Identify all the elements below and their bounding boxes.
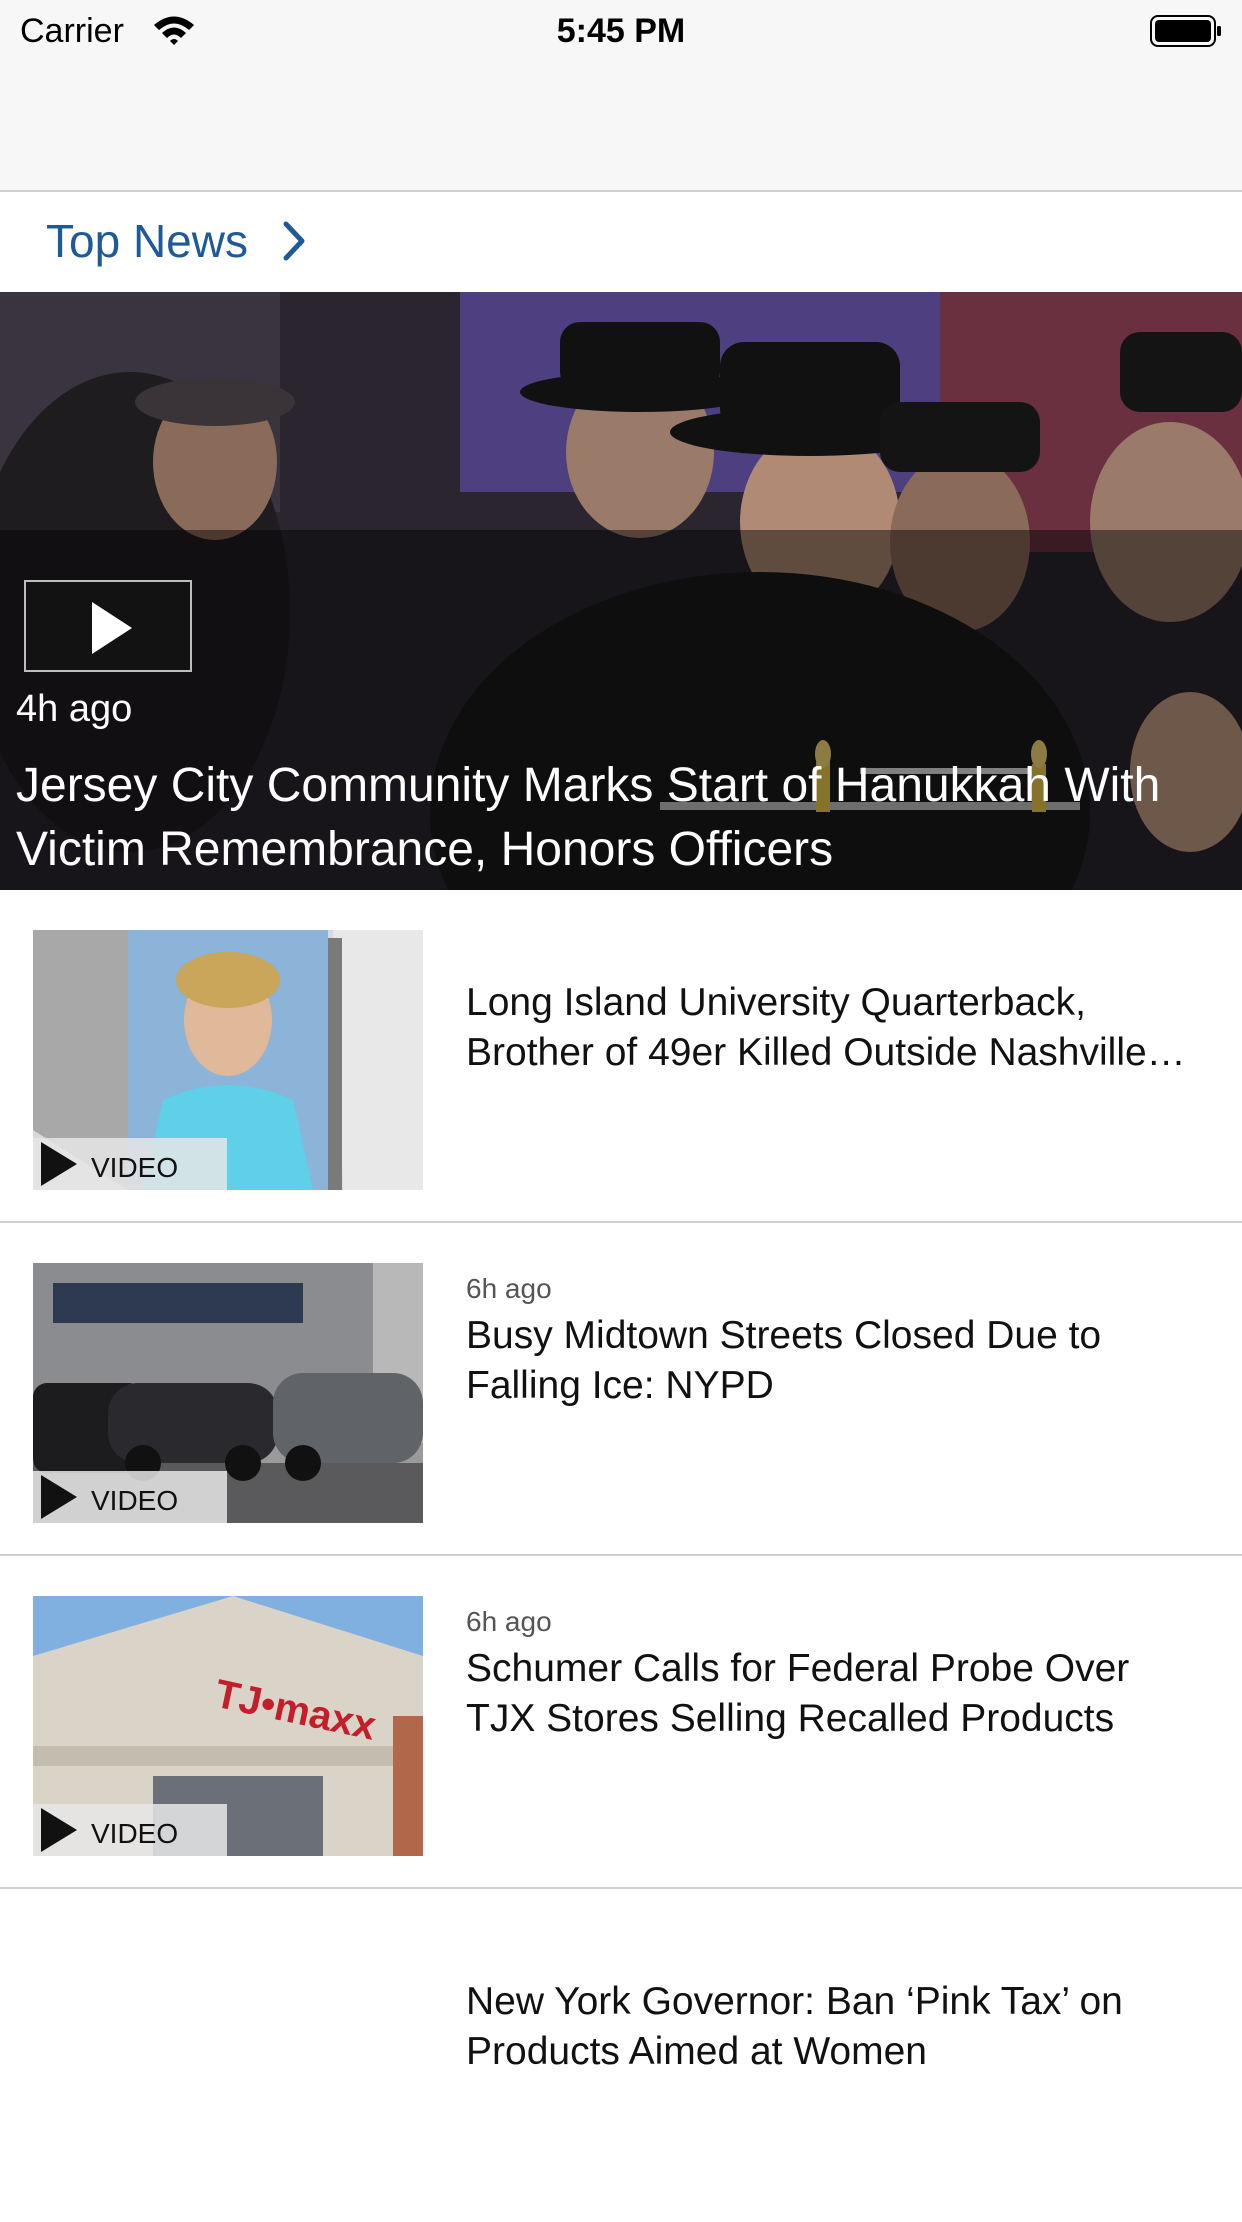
article-timestamp: 6h ago <box>466 1273 552 1304</box>
article-headline[interactable]: Schumer Calls for Federal Probe Over TJX… <box>466 1644 1206 1744</box>
video-badge: VIDEO <box>33 1804 227 1856</box>
article-thumbnail: VIDEO <box>33 1263 423 1523</box>
play-icon <box>41 1475 77 1519</box>
article-headline[interactable]: New York Governor: Ban ‘Pink Tax’ on Pro… <box>466 1977 1206 2077</box>
hero-story[interactable]: 4h ago Jersey City Community Marks Start… <box>0 292 1242 890</box>
status-time: 5:45 PM <box>556 12 686 50</box>
chevron-right-icon[interactable] <box>282 220 306 267</box>
video-label: VIDEO <box>91 1818 179 1849</box>
video-badge: VIDEO <box>33 1471 227 1523</box>
video-label: VIDEO <box>91 1152 179 1183</box>
article-thumbnail: VIDEO <box>33 930 423 1190</box>
article-headline[interactable]: Busy Midtown Streets Closed Due to Falli… <box>466 1311 1206 1411</box>
section-header-top-news[interactable]: Top News <box>0 192 1242 292</box>
play-icon <box>41 1142 77 1186</box>
navigation-bar <box>0 60 1242 192</box>
article-thumbnail: TJ•maxx VIDEO <box>33 1596 423 1856</box>
play-icon <box>92 602 132 654</box>
hero-headline[interactable]: Jersey City Community Marks Start of Han… <box>16 754 1226 882</box>
article-timestamp: 6h ago <box>466 1606 552 1637</box>
video-badge: VIDEO <box>33 1138 227 1190</box>
list-item[interactable]: VIDEO Long Island University Quarterback… <box>0 890 1242 1223</box>
play-icon <box>41 1808 77 1852</box>
article-headline[interactable]: Long Island University Quarterback, Brot… <box>466 978 1206 1078</box>
list-item[interactable]: VIDEO 6h ago Busy Midtown Streets Closed… <box>0 1223 1242 1556</box>
hero-timestamp: 4h ago <box>16 688 133 730</box>
status-bar: Carrier 5:45 PM <box>0 0 1242 60</box>
list-item[interactable]: New York Governor: Ban ‘Pink Tax’ on Pro… <box>0 1889 1242 2222</box>
battery-icon <box>1150 14 1222 53</box>
section-title[interactable]: Top News <box>46 214 248 268</box>
video-label: VIDEO <box>91 1485 179 1516</box>
list-item[interactable]: TJ•maxx VIDEO 6h ago Schumer Calls for F… <box>0 1556 1242 1889</box>
play-button[interactable] <box>24 580 192 672</box>
